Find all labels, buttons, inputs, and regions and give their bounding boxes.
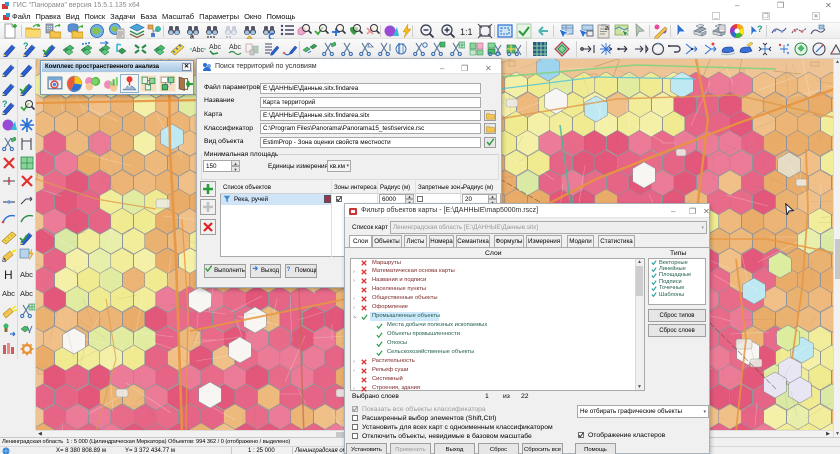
svg-text:Abc: Abc [20,270,33,279]
svg-text:Abc: Abc [192,47,205,54]
svg-text:a: a [605,25,609,32]
svg-text:Abc: Abc [229,44,242,51]
svg-text:H: H [4,268,13,282]
svg-text:?: ? [2,99,8,109]
svg-text:Abc: Abc [209,44,222,51]
svg-text:?: ? [757,24,763,34]
svg-text:a: a [2,257,6,263]
svg-text:1:1: 1:1 [460,27,473,37]
svg-text:?: ? [287,267,291,273]
svg-text:?: ? [23,41,29,51]
svg-text:Abc: Abc [2,289,15,298]
svg-text:Abc: Abc [20,289,33,298]
